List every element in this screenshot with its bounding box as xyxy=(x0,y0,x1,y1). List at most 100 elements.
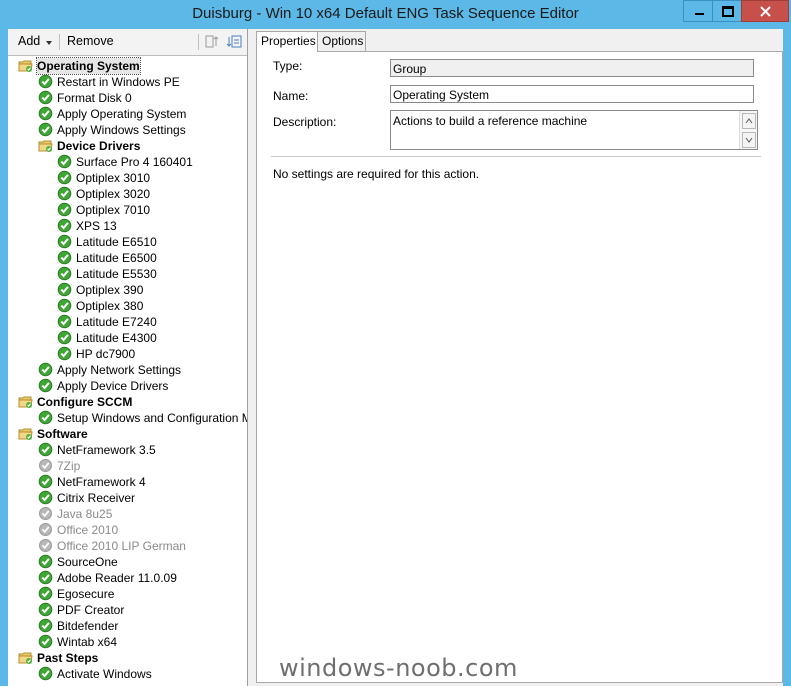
check-icon xyxy=(57,154,72,169)
move-up-icon[interactable] xyxy=(205,34,219,49)
properties-panel: Type: Group Name: Operating System Descr… xyxy=(256,51,783,683)
check-icon xyxy=(57,170,72,185)
watermark-text: windows-noob.com xyxy=(279,654,518,682)
tree-item-label: Optiplex 3010 xyxy=(76,171,151,185)
check-icon xyxy=(38,618,53,633)
no-settings-note: No settings are required for this action… xyxy=(273,167,480,181)
disabled-check-icon xyxy=(39,539,52,552)
tree-item-label: Apply Device Drivers xyxy=(57,379,169,393)
minimize-button[interactable] xyxy=(683,0,715,22)
remove-button[interactable]: Remove xyxy=(67,34,114,48)
description-text: Actions to build a reference machine xyxy=(393,114,588,128)
chevron-up-icon xyxy=(745,118,753,124)
task-sequence-tree: Operating System Restart in Windows PE For… xyxy=(8,55,247,687)
description-label: Description: xyxy=(273,115,337,129)
check-icon xyxy=(57,314,72,329)
tree-item-label: Apply Windows Settings xyxy=(57,123,186,137)
scroll-down-button[interactable] xyxy=(742,132,756,148)
scroll-up-button[interactable] xyxy=(742,113,756,129)
tree-item-label: XPS 13 xyxy=(76,219,117,233)
name-field[interactable]: Operating System xyxy=(390,85,754,103)
description-scrollbar[interactable] xyxy=(739,111,757,149)
disabled-check-icon xyxy=(39,459,52,472)
tree-item-label: Office 2010 LIP German xyxy=(57,539,186,553)
check-icon xyxy=(57,234,72,249)
folder-icon xyxy=(18,428,33,440)
toolbar: Add Remove xyxy=(8,29,247,55)
folder-icon xyxy=(38,140,53,152)
type-label: Type: xyxy=(273,59,303,73)
check-icon xyxy=(38,586,53,601)
check-icon xyxy=(57,346,72,361)
tree-item-label: Apply Network Settings xyxy=(57,363,182,377)
name-label: Name: xyxy=(273,89,309,103)
tree-item-label: Configure SCCM xyxy=(37,395,133,409)
tree-item-label: Surface Pro 4 160401 xyxy=(76,155,193,169)
tree-item-label: Restart in Windows PE xyxy=(57,75,180,89)
check-icon xyxy=(38,602,53,617)
check-icon xyxy=(38,362,53,377)
check-icon xyxy=(57,186,72,201)
check-icon xyxy=(38,122,53,137)
tree-item-label: Latitude E6500 xyxy=(76,251,157,265)
client-area: Add Remove Operating System Restart in Wi… xyxy=(8,29,783,686)
editor-window: Duisburg - Win 10 x64 Default ENG Task S… xyxy=(0,0,791,686)
check-icon xyxy=(38,410,53,425)
toolbar-separator xyxy=(198,34,199,50)
folder-icon xyxy=(18,396,33,408)
move-down-icon[interactable] xyxy=(227,34,243,49)
section-divider xyxy=(271,156,761,157)
tree-item-label: SourceOne xyxy=(57,555,118,569)
tree-item-label: Operating System xyxy=(36,57,141,75)
tree-item-label: Setup Windows and Configuration Manager xyxy=(57,411,247,425)
check-icon xyxy=(38,666,53,681)
type-field: Group xyxy=(390,59,754,77)
maximize-icon xyxy=(722,5,734,17)
description-field[interactable]: Actions to build a reference machine xyxy=(390,110,758,150)
tree-item-label: Optiplex 390 xyxy=(76,283,144,297)
tree-item-label: Latitude E7240 xyxy=(76,315,157,329)
tab-properties[interactable]: Properties xyxy=(256,31,318,52)
check-icon xyxy=(38,554,53,569)
chevron-down-icon xyxy=(745,137,753,143)
check-icon xyxy=(38,74,53,89)
tree-item-label: Latitude E4300 xyxy=(76,331,157,345)
tree-item-label: Optiplex 380 xyxy=(76,299,144,313)
disabled-check-icon xyxy=(39,507,52,520)
tree-item-label: Adobe Reader 11.0.09 xyxy=(57,571,177,585)
tree-item-label: Latitude E6510 xyxy=(76,235,157,249)
tree-item-label: Format Disk 0 xyxy=(57,91,132,105)
check-icon xyxy=(57,266,72,281)
task-sequence-pane: Add Remove Operating System Restart in Wi… xyxy=(8,29,248,686)
check-icon xyxy=(57,298,72,313)
add-menu-button[interactable]: Add xyxy=(18,34,40,48)
title-bar[interactable]: Duisburg - Win 10 x64 Default ENG Task S… xyxy=(0,0,791,29)
tree-item-label: Citrix Receiver xyxy=(57,491,136,505)
tree-item-label: Latitude E5530 xyxy=(76,267,157,281)
check-icon xyxy=(57,202,72,217)
check-icon xyxy=(38,474,53,489)
tree-item-label: HP dc7900 xyxy=(76,347,136,361)
window-title: Duisburg - Win 10 x64 Default ENG Task S… xyxy=(192,5,579,22)
tree-item-label: Wintab x64 xyxy=(57,635,118,649)
chevron-down-icon[interactable] xyxy=(46,41,52,45)
tree-item-label: PDF Creator xyxy=(57,603,125,617)
check-icon xyxy=(57,330,72,345)
close-button[interactable] xyxy=(741,0,789,22)
tree-item-label: Egosecure xyxy=(57,587,115,601)
check-icon xyxy=(38,106,53,121)
tree-item-label: NetFramework 3.5 xyxy=(57,443,156,457)
maximize-button[interactable] xyxy=(712,0,744,22)
check-icon xyxy=(38,570,53,585)
properties-pane: Properties Options Type: Group Name: Ope… xyxy=(248,29,783,686)
folder-icon xyxy=(18,652,33,664)
check-icon xyxy=(38,378,53,393)
tree-item-label: NetFramework 4 xyxy=(57,475,146,489)
folder-icon xyxy=(18,60,33,72)
check-icon xyxy=(57,250,72,265)
tab-options[interactable]: Options xyxy=(317,31,366,51)
disabled-check-icon xyxy=(39,523,52,536)
check-icon xyxy=(38,490,53,505)
check-icon xyxy=(57,282,72,297)
tree-item-label: Office 2010 xyxy=(57,523,119,537)
